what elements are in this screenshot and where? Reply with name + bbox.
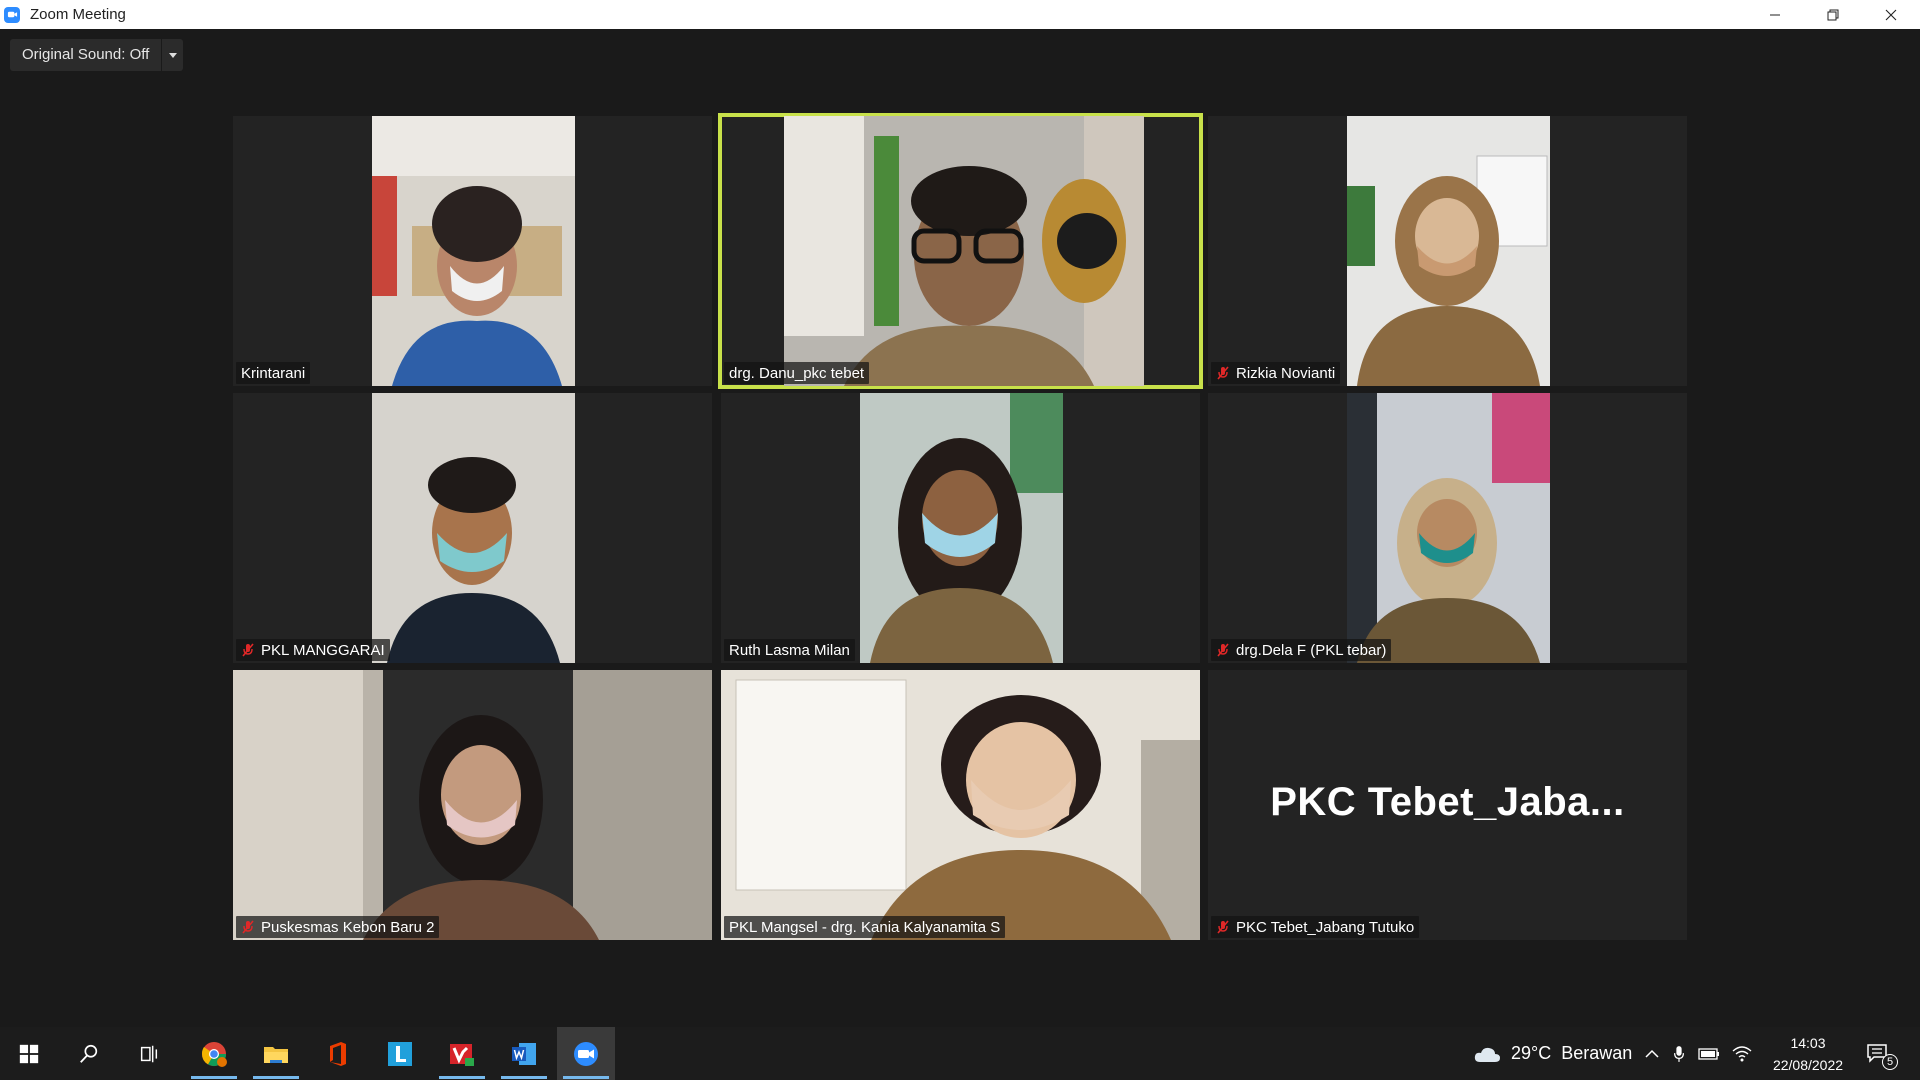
window-title: Zoom Meeting [30,6,126,23]
original-sound-dropdown[interactable] [161,39,184,71]
participant-display-name: PKC Tebet_Jaba... [1270,780,1625,824]
participant-video [1347,116,1550,386]
participant-name-label: PKC Tebet_Jabang Tutuko [1211,916,1420,938]
participant-tile[interactable]: drg.Dela F (PKL tebar) [1208,393,1687,663]
shield-v-icon [450,1043,474,1066]
participant-name-label: Puskesmas Kebon Baru 2 [236,916,440,938]
participant-tile[interactable]: Rizkia Novianti [1208,116,1687,386]
participant-name-label: drg. Danu_pkc tebet [724,362,870,384]
file-explorer-taskbar-button[interactable] [247,1027,305,1080]
participant-video [860,393,1063,663]
notification-count-badge: 5 [1882,1054,1898,1070]
notification-center-button[interactable]: 5 [1866,1027,1898,1080]
office-icon [330,1041,346,1066]
participant-video [233,670,712,940]
task-view-icon [140,1045,158,1062]
clock[interactable]: 14:03 22/08/2022 [1768,1032,1848,1076]
close-button[interactable] [1862,0,1920,29]
meeting-area: Original Sound: Off Krintarani drg. Danu… [0,29,1920,1027]
wifi-icon[interactable] [1732,1045,1752,1063]
participant-video [372,116,575,386]
chevron-up-icon[interactable] [1644,1046,1660,1062]
antivirus-taskbar-button[interactable] [433,1027,491,1080]
clock-date: 22/08/2022 [1772,1057,1844,1073]
chrome-icon [201,1041,227,1067]
participant-name-label: Krintarani [236,362,311,384]
zoom-icon [574,1041,598,1066]
participant-video [1347,393,1550,663]
battery-icon[interactable] [1698,1047,1720,1061]
participant-video [784,116,1144,386]
participant-name-label: Rizkia Novianti [1211,362,1341,384]
weather-temperature: 29°C [1511,1043,1552,1063]
zoom-app-icon [4,6,20,23]
zoom-taskbar-button[interactable] [557,1027,615,1080]
search-icon [80,1044,98,1063]
participant-tile[interactable]: PKL MANGGARAI [233,393,712,663]
l-app-icon [388,1041,412,1066]
participant-name-label: Ruth Lasma Milan [724,639,855,661]
weather-condition: Berawan [1561,1043,1633,1063]
folder-icon [264,1046,288,1063]
original-sound-control: Original Sound: Off [10,39,184,71]
original-sound-button[interactable]: Original Sound: Off [10,39,162,71]
office-taskbar-button[interactable] [309,1027,367,1080]
chrome-taskbar-button[interactable] [185,1027,243,1080]
participant-tile[interactable]: Ruth Lasma Milan [721,393,1200,663]
start-button[interactable] [0,1027,58,1080]
title-bar: Zoom Meeting [0,0,1920,29]
search-button[interactable] [60,1027,118,1080]
mic-muted-icon [1217,643,1229,657]
mic-muted-icon [242,920,254,934]
lync-taskbar-button[interactable] [371,1027,429,1080]
participant-name-label: PKL MANGGARAI [236,639,390,661]
participant-tile[interactable]: Puskesmas Kebon Baru 2 [233,670,712,940]
system-tray [1644,1027,1752,1080]
restore-button[interactable] [1804,0,1862,29]
participant-video [372,393,575,663]
word-taskbar-button[interactable] [495,1027,553,1080]
chevron-down-icon [168,52,177,58]
participant-name-label: drg.Dela F (PKL tebar) [1211,639,1392,661]
microphone-icon[interactable] [1672,1044,1686,1064]
participant-video [721,670,1200,940]
participant-tile-active-speaker[interactable]: drg. Danu_pkc tebet [718,113,1203,389]
participant-tile[interactable]: Krintarani [233,116,712,386]
weather-widget[interactable]: 29°C Berawan [1473,1027,1632,1080]
participant-tile[interactable]: PKL Mangsel - drg. Kania Kalyanamita S [721,670,1200,940]
cloud-icon [1474,1047,1500,1062]
mic-muted-icon [1217,920,1229,934]
word-icon [512,1042,536,1065]
mic-muted-icon [1217,366,1229,380]
minimize-button[interactable] [1746,0,1804,29]
participant-tile[interactable]: PKC Tebet_Jaba... PKC Tebet_Jabang Tutuk… [1208,670,1687,940]
task-view-button[interactable] [120,1027,178,1080]
clock-time: 14:03 [1790,1035,1826,1051]
windows-logo-icon [19,1044,39,1063]
taskbar: 29°C Berawan 14:03 22/08/2022 5 [0,1027,1920,1080]
mic-muted-icon [242,643,254,657]
participant-name-label: PKL Mangsel - drg. Kania Kalyanamita S [724,916,1006,938]
